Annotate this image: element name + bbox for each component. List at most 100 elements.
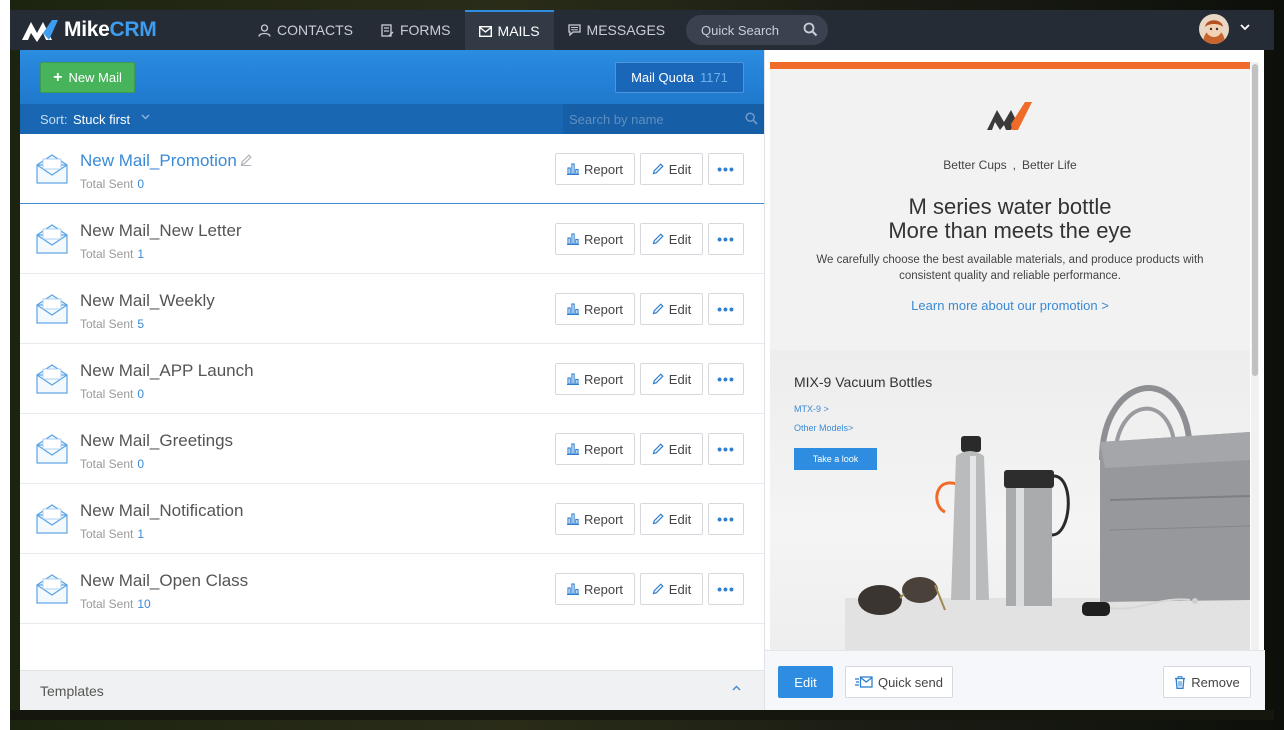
edit-label: Edit: [668, 231, 692, 247]
edit-button[interactable]: Edit: [640, 433, 703, 465]
new-mail-button[interactable]: + New Mail: [40, 62, 135, 93]
more-options-button[interactable]: •••: [708, 573, 744, 605]
more-options-button[interactable]: •••: [708, 293, 744, 325]
report-chart-icon: [566, 583, 579, 595]
nav-contacts[interactable]: CONTACTS: [244, 10, 367, 50]
product-link-other-models[interactable]: Other Models>: [794, 423, 853, 433]
user-avatar[interactable]: [1199, 14, 1229, 44]
preview-promotion-link[interactable]: Learn more about our promotion >: [770, 298, 1250, 313]
report-label: Report: [583, 231, 624, 247]
report-label: Report: [583, 511, 624, 527]
mail-quota-value: 1171: [699, 70, 728, 85]
rename-pencil-icon[interactable]: [240, 154, 252, 166]
edit-label: Edit: [668, 581, 692, 597]
remove-label: Remove: [1191, 674, 1240, 690]
more-options-button[interactable]: •••: [708, 433, 744, 465]
edit-button[interactable]: Edit: [640, 503, 703, 535]
preview-title-line-1: M series water bottle: [908, 194, 1112, 219]
app-logo[interactable]: MikeCRM: [22, 18, 157, 42]
report-button[interactable]: Report: [555, 433, 635, 465]
person-icon: [258, 23, 271, 37]
mail-name[interactable]: New Mail_New Letter: [80, 221, 242, 241]
quick-send-button[interactable]: Quick send: [845, 666, 953, 698]
report-chart-icon: [566, 373, 579, 385]
edit-button[interactable]: Edit: [640, 293, 703, 325]
nav-contacts-label: CONTACTS: [277, 22, 353, 38]
total-sent-label: Total Sent: [80, 387, 134, 401]
mail-row[interactable]: New Mail_Notification Total Sent 1 Report Ed…: [20, 484, 764, 554]
edit-button[interactable]: Edit: [640, 153, 703, 185]
more-options-button[interactable]: •••: [708, 363, 744, 395]
quick-search-label: Quick Search: [701, 22, 780, 38]
mail-row[interactable]: New Mail_Promotion Total Sent 0 Report Edit •…: [20, 134, 764, 204]
templates-bar[interactable]: Templates: [20, 670, 764, 710]
more-options-button[interactable]: •••: [708, 153, 744, 185]
edit-button[interactable]: Edit: [640, 223, 703, 255]
quick-search-input[interactable]: Quick Search: [686, 15, 828, 45]
mail-total-sent: Total Sent 0: [80, 457, 144, 471]
mail-name[interactable]: New Mail_Open Class: [80, 571, 248, 591]
mail-name[interactable]: New Mail_Notification: [80, 501, 243, 521]
total-sent-label: Total Sent: [80, 317, 134, 331]
chevron-down-icon[interactable]: [1240, 24, 1250, 31]
quick-send-label: Quick send: [877, 674, 944, 690]
report-label: Report: [583, 301, 624, 317]
report-chart-icon: [566, 303, 579, 315]
edit-button[interactable]: Edit: [640, 363, 703, 395]
report-button[interactable]: Report: [555, 363, 635, 395]
pencil-icon: [652, 303, 664, 315]
search-icon[interactable]: [803, 22, 818, 37]
report-button[interactable]: Report: [555, 223, 635, 255]
mail-row[interactable]: New Mail_APP Launch Total Sent 0 Report Edit…: [20, 344, 764, 414]
pencil-icon: [652, 233, 664, 245]
plus-icon: +: [53, 68, 63, 86]
chevron-up-icon[interactable]: [732, 685, 741, 691]
report-button[interactable]: Report: [555, 293, 635, 325]
mail-total-sent: Total Sent 1: [80, 527, 144, 541]
search-by-name-input[interactable]: Search by name: [563, 104, 764, 134]
nav-forms[interactable]: FORMS: [367, 10, 465, 50]
nav-messages[interactable]: MESSAGES: [554, 10, 680, 50]
nav-messages-label: MESSAGES: [586, 22, 666, 38]
mail-name[interactable]: New Mail_Weekly: [80, 291, 215, 311]
mail-name[interactable]: New Mail_Greetings: [80, 431, 233, 451]
product-banner: MIX-9 Vacuum Bottles MTX-9 > Other Model…: [770, 350, 1250, 650]
remove-mail-button[interactable]: Remove: [1163, 666, 1251, 698]
edit-label: Edit: [668, 511, 692, 527]
edit-label: Edit: [668, 441, 692, 457]
mail-row[interactable]: New Mail_New Letter Total Sent 1 Report Edit…: [20, 204, 764, 274]
mail-list: New Mail_Promotion Total Sent 0 Report Edit •…: [20, 134, 764, 624]
sort-dropdown[interactable]: Stuck first: [73, 112, 130, 127]
preview-description: We carefully choose the best available m…: [816, 254, 1204, 282]
more-options-button[interactable]: •••: [708, 223, 744, 255]
preview-scrollbar-thumb[interactable]: [1252, 64, 1258, 376]
total-sent-label: Total Sent: [80, 177, 134, 191]
mail-row[interactable]: New Mail_Weekly Total Sent 5 Report Edit •••: [20, 274, 764, 344]
product-title: MIX-9 Vacuum Bottles: [794, 374, 933, 390]
product-link-mtx9[interactable]: MTX-9 >: [794, 404, 829, 414]
envelope-icon: [36, 154, 68, 184]
mikecrm-logo-icon: [22, 20, 58, 42]
mail-row[interactable]: New Mail_Greetings Total Sent 0 Report Edit •…: [20, 414, 764, 484]
trash-icon: [1175, 675, 1186, 689]
total-sent-count: 5: [137, 317, 145, 331]
mail-name[interactable]: New Mail_Promotion: [80, 151, 237, 171]
nav-mails[interactable]: MAILS: [464, 10, 554, 50]
mail-name[interactable]: New Mail_APP Launch: [80, 361, 254, 381]
sort-label: Sort:: [40, 112, 68, 127]
report-button[interactable]: Report: [555, 573, 635, 605]
total-sent-label: Total Sent: [80, 527, 134, 541]
pencil-icon: [652, 583, 664, 595]
mail-row[interactable]: New Mail_Open Class Total Sent 10 Report Edi…: [20, 554, 764, 624]
mail-quota-button[interactable]: Mail Quota 1171: [615, 62, 744, 93]
more-options-button[interactable]: •••: [708, 503, 744, 535]
edit-mail-button[interactable]: Edit: [778, 666, 833, 698]
chevron-down-icon[interactable]: [141, 114, 150, 120]
edit-button[interactable]: Edit: [640, 573, 703, 605]
search-icon[interactable]: [745, 112, 758, 125]
report-button[interactable]: Report: [555, 503, 635, 535]
report-chart-icon: [566, 163, 579, 175]
report-button[interactable]: Report: [555, 153, 635, 185]
mail-total-sent: Total Sent 10: [80, 597, 151, 611]
take-a-look-button[interactable]: Take a look: [794, 448, 877, 470]
